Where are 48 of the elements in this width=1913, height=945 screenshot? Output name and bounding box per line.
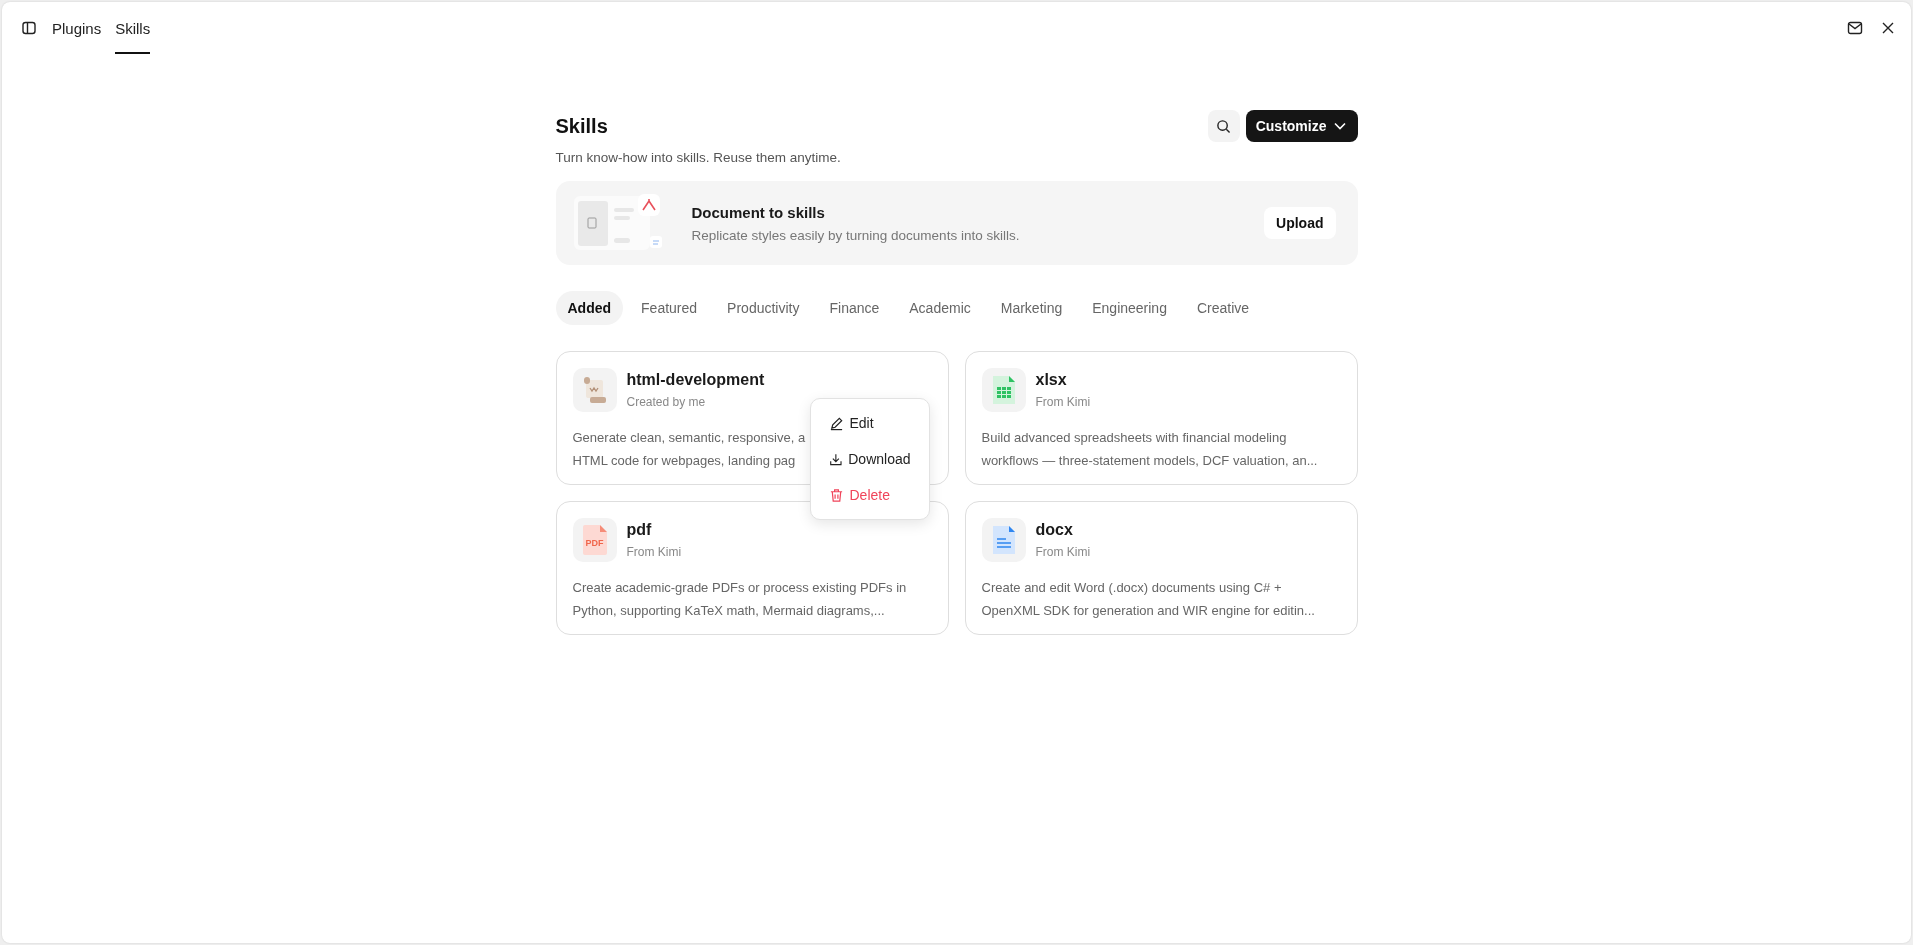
skill-description-line: HTML code for webpages, landing pag bbox=[572, 452, 796, 470]
trash-icon bbox=[828, 487, 844, 503]
page-subtitle: Turn know-how into skills. Reuse them anytime. bbox=[555, 150, 842, 165]
menu-item[interactable]: Download bbox=[816, 441, 923, 477]
download-icon bbox=[828, 451, 843, 467]
mail-icon[interactable] bbox=[1847, 21, 1863, 35]
skill-title: docx bbox=[1035, 521, 1074, 539]
spreadsheet-icon bbox=[990, 374, 1017, 406]
upload-button[interactable]: Upload bbox=[1264, 207, 1336, 239]
banner-description: Replicate styles easily by turning documents into skills. bbox=[691, 227, 1021, 243]
category-tab[interactable]: Engineering bbox=[1080, 291, 1179, 325]
category-tab[interactable]: Featured bbox=[629, 291, 710, 325]
page-title: Skills bbox=[555, 114, 608, 138]
category-tab[interactable]: Added bbox=[555, 291, 624, 325]
skill-description-line: Python, supporting KaTeX math, Mermaid diagrams,... bbox=[572, 602, 885, 620]
skill-title: pdf bbox=[626, 521, 653, 539]
customize-button[interactable]: Customize bbox=[1245, 110, 1358, 142]
banner-title: Document to skills bbox=[691, 203, 826, 221]
caret-icon bbox=[1333, 122, 1346, 130]
skill-description-line: workflows — three-statement models, DCF valuation, an... bbox=[981, 452, 1318, 470]
skill-title: html-development bbox=[626, 371, 765, 389]
skill-card[interactable]: docx From Kimi Create and edit Word (.docx) documents using C# + OpenXML SDK for generation and WIR engine for editin... bbox=[964, 501, 1358, 635]
category-tab[interactable]: Creative bbox=[1184, 291, 1262, 325]
sidebar-toggle-icon[interactable] bbox=[21, 20, 37, 36]
skill-title: xlsx bbox=[1035, 371, 1068, 389]
skill-description-line: OpenXML SDK for generation and WIR engine for editin... bbox=[981, 602, 1315, 620]
category-tab[interactable]: Academic bbox=[897, 291, 983, 325]
nav-tab[interactable]: Plugins bbox=[52, 2, 102, 54]
category-tab[interactable]: Marketing bbox=[988, 291, 1075, 325]
category-tab[interactable]: Finance bbox=[817, 291, 892, 325]
skill-description-line: Build advanced spreadsheets with financial modeling bbox=[981, 429, 1287, 447]
skill-source: Created by me bbox=[626, 395, 707, 409]
search-icon bbox=[1216, 118, 1232, 134]
search-button[interactable] bbox=[1207, 110, 1240, 142]
skill-description-line: Create academic-grade PDFs or process existing PDFs in bbox=[572, 579, 907, 597]
menu-item[interactable]: Edit bbox=[816, 405, 923, 441]
skill-source: From Kimi bbox=[626, 545, 682, 559]
nav-tab[interactable]: Skills bbox=[115, 2, 151, 54]
category-tab[interactable]: Productivity bbox=[715, 291, 812, 325]
pdf-icon: PDF bbox=[582, 525, 607, 555]
skill-description-line: Generate clean, semantic, responsive, a bbox=[572, 429, 806, 447]
document-icon bbox=[990, 524, 1017, 556]
skill-description-line: Create and edit Word (.docx) documents using C# + bbox=[981, 579, 1282, 597]
pencil-icon bbox=[828, 415, 844, 431]
skill-card[interactable]: xlsx From Kimi Build advanced spreadsheets with financial modeling workflows — three-statement models, DCF valuation, an... bbox=[964, 351, 1358, 485]
skill-source: From Kimi bbox=[1035, 545, 1091, 559]
skill-source: From Kimi bbox=[1035, 395, 1091, 409]
close-icon[interactable] bbox=[1881, 21, 1895, 35]
